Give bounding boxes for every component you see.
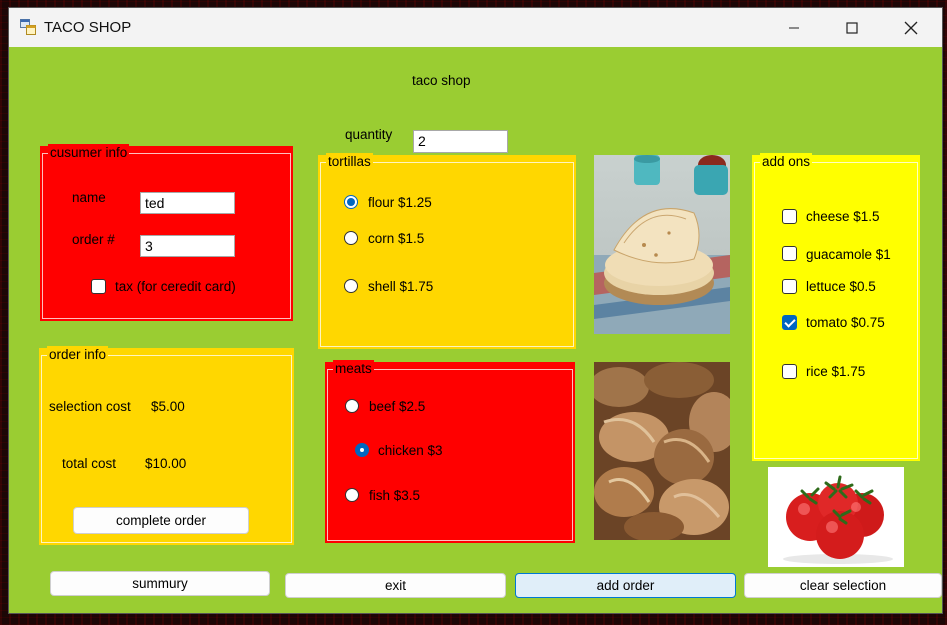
shell-radio[interactable] [344,279,358,293]
flour-radio[interactable] [344,195,358,209]
complete-order-button[interactable]: complete order [73,507,249,534]
maximize-button[interactable] [823,8,881,47]
chicken-label: chicken $3 [378,443,443,458]
app-window-icon [20,19,36,35]
customer-info-title: cusumer info [48,144,130,161]
addons-group: add ons cheese $1.5 guacamole $1 lettuce… [752,153,920,461]
name-input[interactable]: ted [140,192,235,214]
fish-radio[interactable] [345,488,359,502]
minimize-button[interactable] [765,8,823,47]
total-cost-value: $10.00 [145,456,187,471]
tortillas-title: tortillas [326,153,373,170]
corn-radio[interactable] [344,231,358,245]
tax-label: tax (for ceredit card) [115,279,236,294]
quantity-label: quantity [345,127,393,142]
fish-label: fish $3.5 [369,488,421,503]
meats-title: meats [333,360,374,377]
rice-checkbox[interactable] [782,364,797,379]
add-order-button[interactable]: add order [515,573,736,598]
header-label: taco shop [412,73,471,88]
tax-checkbox[interactable] [91,279,106,294]
lettuce-label: lettuce $0.5 [806,279,876,294]
order-info-group: order info selection cost $5.00 total co… [39,346,294,545]
shell-label: shell $1.75 [368,279,434,294]
guacamole-checkbox[interactable] [782,246,797,261]
lettuce-checkbox[interactable] [782,279,797,294]
close-icon [904,21,918,34]
meats-group: meats beef $2.5 chicken $3 fish $3.5 [325,360,575,543]
guacamole-label: guacamole $1 [806,247,891,262]
beef-radio[interactable] [345,399,359,413]
tortilla-image [594,155,730,334]
beef-label: beef $2.5 [369,399,426,414]
window-title: TACO SHOP [44,19,132,36]
chicken-radio[interactable] [355,443,369,457]
close-button[interactable] [882,8,940,47]
name-label: name [72,190,106,205]
cheese-label: cheese $1.5 [806,209,880,224]
chicken-image [594,362,730,540]
cheese-checkbox[interactable] [782,209,797,224]
quantity-input[interactable]: 2 [413,130,508,153]
tomato-label: tomato $0.75 [806,315,885,330]
addons-title: add ons [760,153,813,170]
total-cost-label: total cost [62,456,117,471]
app-window: TACO SHOP taco shop quantity 2 cusumer i… [9,8,942,613]
minimize-icon [789,27,799,28]
tortillas-group: tortillas flour $1.25 corn $1.5 shell $1… [318,153,576,349]
title-bar: TACO SHOP [9,8,942,47]
selection-cost-value: $5.00 [151,399,185,414]
tomato-checkbox[interactable] [782,315,797,330]
summary-button[interactable]: summury [50,571,270,596]
maximize-icon [846,21,858,34]
order-info-title: order info [47,346,109,363]
exit-button[interactable]: exit [285,573,506,598]
tomato-image [768,467,904,567]
corn-label: corn $1.5 [368,231,425,246]
order-number-label: order # [72,232,115,247]
selection-cost-label: selection cost [49,399,131,414]
rice-label: rice $1.75 [806,364,866,379]
customer-info-group: cusumer info name ted order # 3 tax (for… [40,144,293,321]
flour-label: flour $1.25 [368,195,432,210]
clear-selection-button[interactable]: clear selection [744,573,942,598]
order-number-input[interactable]: 3 [140,235,235,257]
